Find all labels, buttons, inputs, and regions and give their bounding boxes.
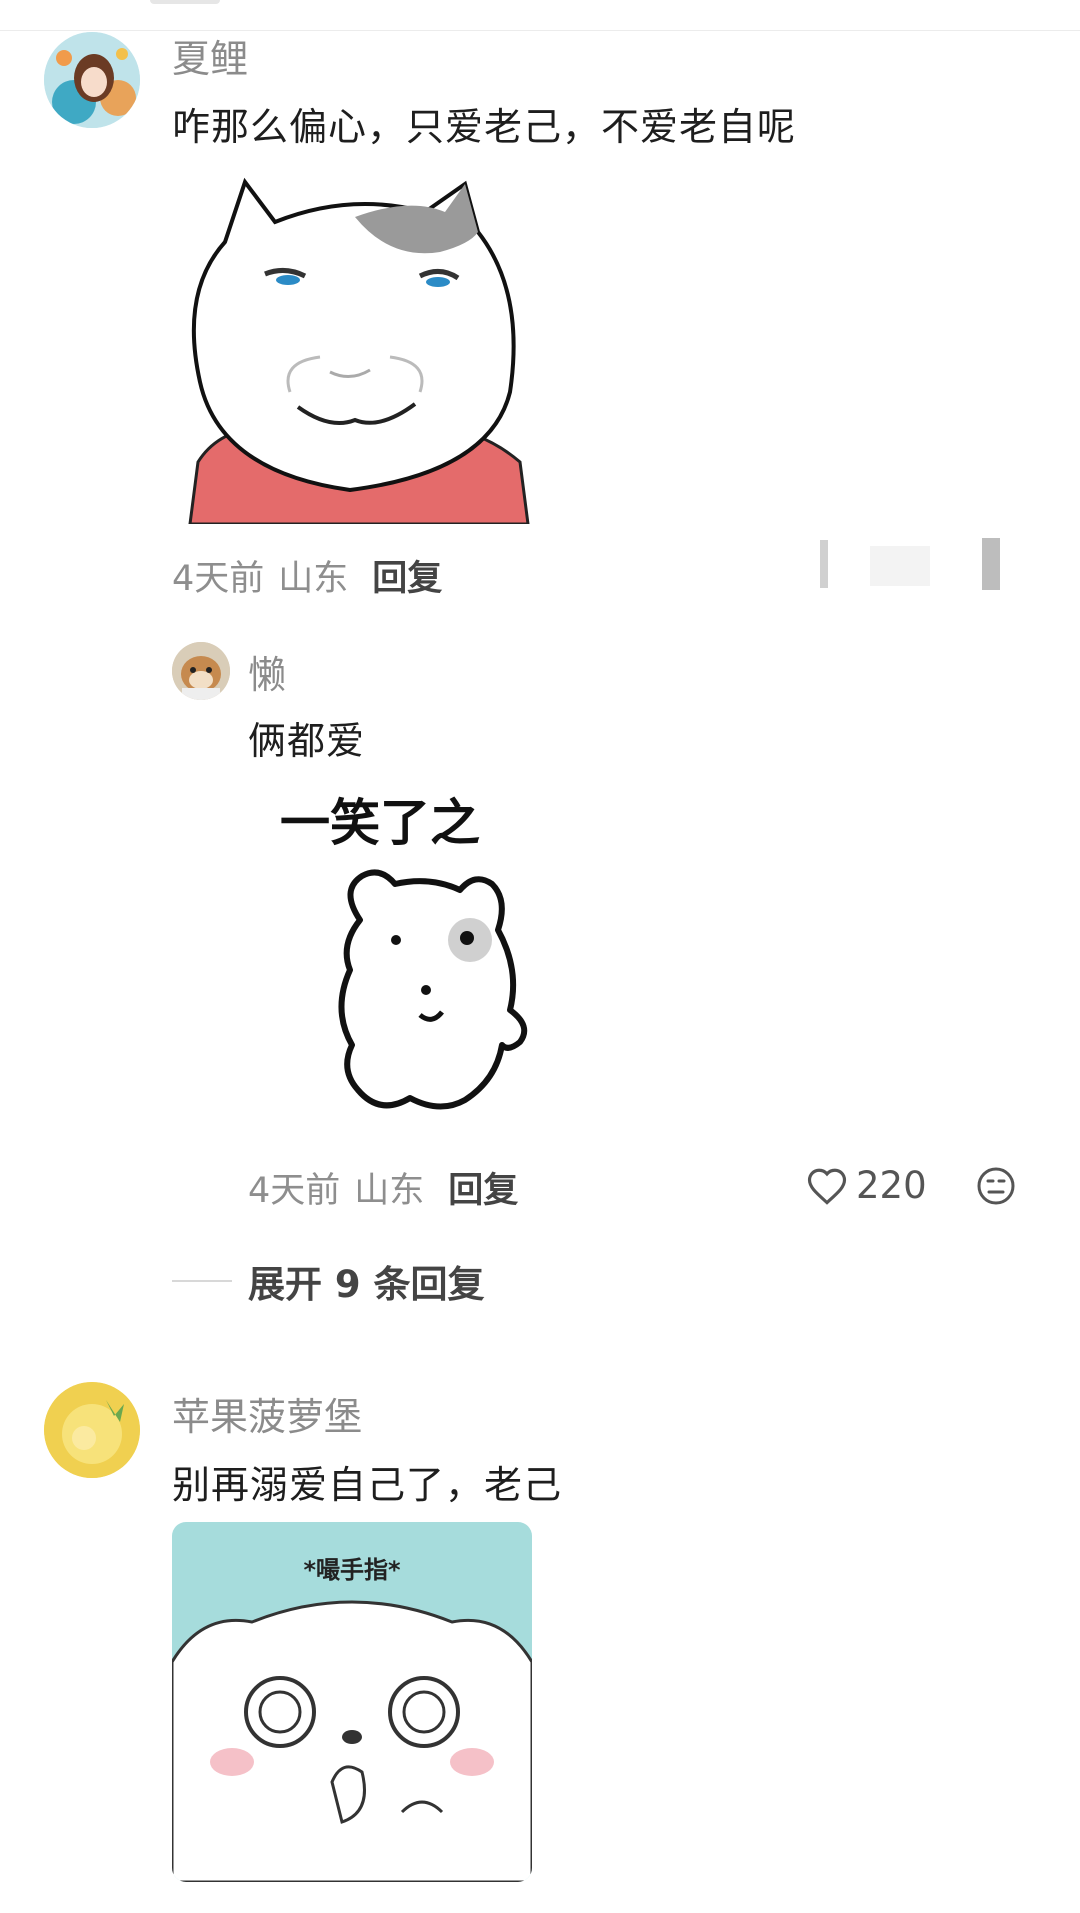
comment-location: 山东 xyxy=(278,559,349,599)
comment-time: 4天前 xyxy=(248,1171,341,1211)
top-divider xyxy=(0,30,1080,31)
top-scroll-stub xyxy=(150,0,220,4)
expand-replies-button[interactable]: 展开 9 条回复 xyxy=(172,1254,485,1308)
comment-time: 4天前 xyxy=(172,559,265,599)
like-count: 220 xyxy=(856,1164,927,1207)
reply-button[interactable]: 回复 xyxy=(372,559,442,599)
expand-line xyxy=(172,1280,232,1282)
meh-face-icon xyxy=(977,1167,1015,1205)
anime-girl-avatar-icon xyxy=(44,32,140,128)
user-avatar[interactable] xyxy=(44,1382,140,1478)
comment-location: 山东 xyxy=(354,1171,425,1211)
heart-icon xyxy=(807,1168,847,1205)
pineapple-avatar-icon xyxy=(44,1382,140,1478)
blurred-like-area xyxy=(820,536,1020,592)
sticker-caption: 一笑了之 xyxy=(280,794,480,852)
username[interactable]: 苹果菠萝堡 xyxy=(172,1386,362,1441)
username[interactable]: 夏鲤 xyxy=(172,28,248,83)
cat-meme-sticker[interactable] xyxy=(180,172,530,524)
sticker-caption: *嘬手指* xyxy=(303,1556,401,1584)
hamster-avatar-icon xyxy=(172,642,230,700)
reply-button[interactable]: 回复 xyxy=(448,1171,518,1211)
user-avatar[interactable] xyxy=(172,642,230,700)
comment-meta: 4天前 山东 回复 xyxy=(248,1162,518,1213)
emoji-reaction-button[interactable] xyxy=(976,1166,1016,1206)
comment-text: 别再溺爱自己了，老己 xyxy=(172,1463,563,1507)
username[interactable]: 懒 xyxy=(248,644,286,699)
comment-text: 咋那么偏心，只爱老己，不爱老自呢 xyxy=(172,105,797,149)
bear-laugh-sticker[interactable]: 一笑了之 xyxy=(270,780,540,1130)
user-avatar[interactable] xyxy=(44,32,140,128)
expand-replies-label: 展开 9 条回复 xyxy=(248,1263,485,1306)
comment-meta: 4天前 山东 回复 xyxy=(172,550,442,601)
comment-text: 俩都爱 xyxy=(248,719,366,763)
dog-finger-sucking-sticker[interactable]: *嘬手指* xyxy=(172,1522,532,1882)
like-button[interactable]: 220 xyxy=(806,1164,927,1207)
